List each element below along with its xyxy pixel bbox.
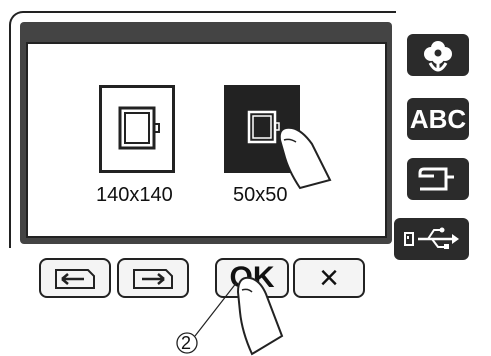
finger-pointer-icon (278, 126, 332, 190)
hoop-label-140x140: 140x140 (96, 184, 173, 206)
callout-line (176, 281, 238, 354)
page-left-icon (55, 269, 95, 289)
callout-number: 2 (181, 333, 192, 353)
device-panel: 140x140 50x50 ABC × 2 (0, 0, 491, 356)
cancel-button[interactable]: × (293, 258, 365, 298)
tab-patterns[interactable] (407, 34, 469, 76)
flower-icon (424, 41, 452, 72)
tab-letters[interactable]: ABC (407, 98, 469, 140)
sewing-machine-icon (418, 167, 454, 191)
tab-machine[interactable] (407, 158, 469, 200)
usb-icon (403, 227, 459, 249)
tab-usb[interactable] (394, 218, 469, 260)
hoop-icon (118, 106, 160, 150)
close-icon: × (319, 259, 339, 297)
page-left-button[interactable] (39, 258, 111, 298)
hoop-option-140x140[interactable] (99, 85, 175, 173)
